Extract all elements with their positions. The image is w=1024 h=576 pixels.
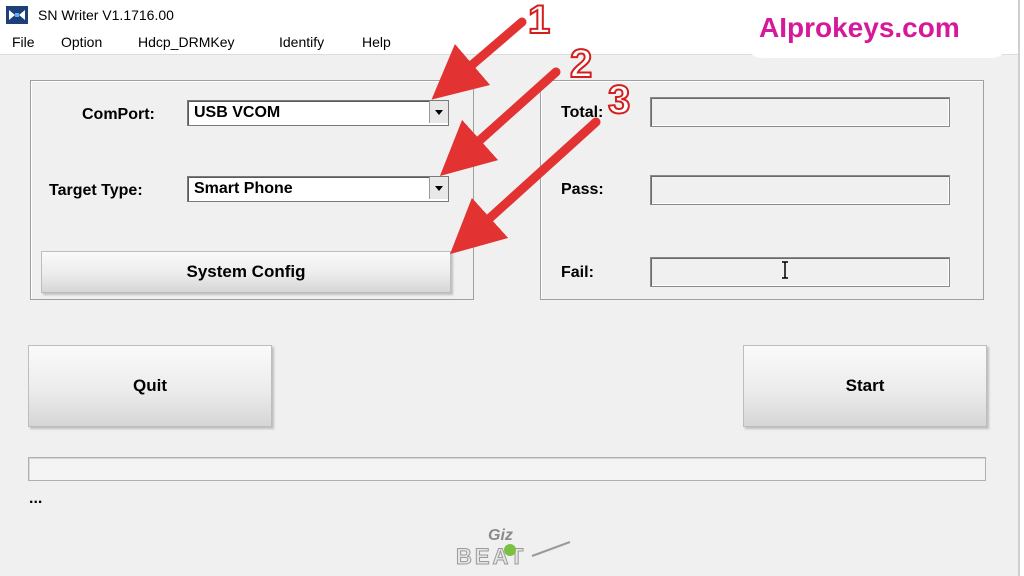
menu-option[interactable]: Option: [61, 34, 102, 50]
menu-hdcp-drmkey[interactable]: Hdcp_DRMKey: [138, 34, 234, 50]
annotation-number-2: 2: [569, 41, 593, 87]
target-type-dropdown-button[interactable]: [429, 177, 448, 199]
quit-button[interactable]: Quit: [28, 345, 272, 427]
watermark-text: AIprokeys.com: [759, 12, 960, 43]
gizbeat-logo: Giz BEAT: [456, 527, 571, 570]
logo-text-beat: BEAT: [456, 544, 526, 569]
window-title: SN Writer V1.1716.00: [38, 7, 174, 23]
comport-dropdown[interactable]: USB VCOM: [187, 100, 449, 126]
fail-label: Fail:: [561, 264, 594, 281]
progress-bar: [28, 457, 986, 481]
comport-label: ComPort:: [82, 106, 155, 123]
menu-help[interactable]: Help: [362, 34, 391, 50]
annotation-number-3: 3: [607, 77, 631, 123]
app-window: SN Writer V1.1716.00 File Option Hdcp_DR…: [0, 0, 1020, 576]
total-label: Total:: [561, 104, 604, 121]
target-type-label: Target Type:: [49, 182, 143, 199]
comport-value: USB VCOM: [194, 104, 281, 121]
target-type-value: Smart Phone: [194, 180, 293, 197]
chevron-down-icon: [435, 185, 443, 191]
start-button[interactable]: Start: [743, 345, 987, 427]
menu-file[interactable]: File: [12, 34, 35, 50]
target-type-dropdown[interactable]: Smart Phone: [187, 176, 449, 202]
chevron-down-icon: [435, 109, 443, 115]
app-icon: [6, 6, 28, 24]
total-field: [650, 97, 950, 127]
text-cursor-icon: [782, 261, 788, 279]
status-text: ...: [29, 490, 43, 507]
comport-dropdown-button[interactable]: [429, 101, 448, 123]
logo-text-giz: Giz: [488, 527, 513, 544]
annotation-number-1: 1: [527, 0, 551, 43]
system-config-button[interactable]: System Config: [41, 251, 451, 293]
pass-label: Pass:: [561, 181, 604, 198]
fail-field: [650, 257, 950, 287]
menu-identify[interactable]: Identify: [279, 34, 324, 50]
pass-field: [650, 175, 950, 205]
